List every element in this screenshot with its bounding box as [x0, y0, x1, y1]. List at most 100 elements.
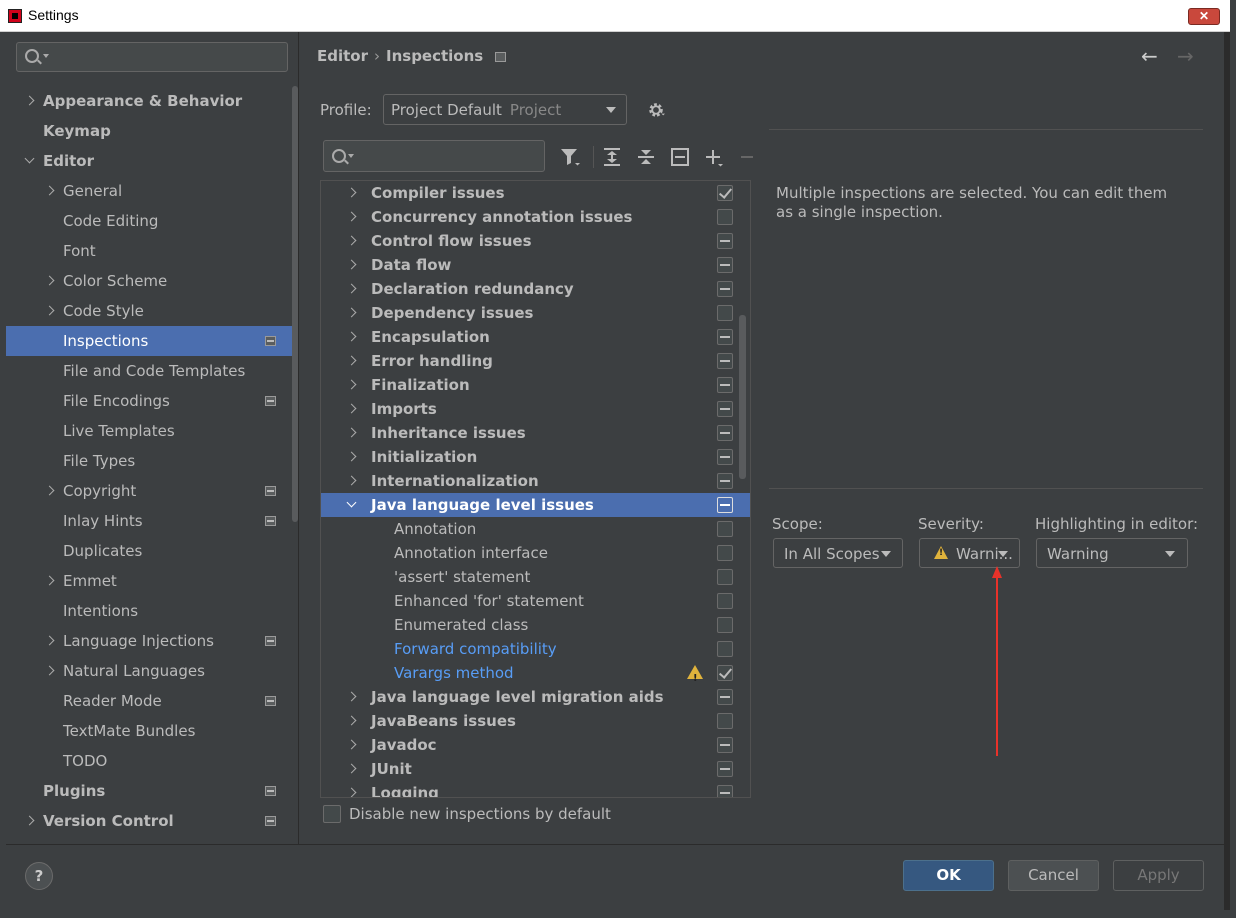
tree-row-junit[interactable]: JUnit [321, 757, 750, 781]
settings-search-box[interactable] [16, 42, 288, 72]
chevron-right-icon[interactable] [347, 301, 359, 325]
chevron-right-icon[interactable] [347, 349, 359, 373]
inspection-checkbox[interactable] [717, 305, 733, 321]
chevron-right-icon[interactable] [347, 373, 359, 397]
window-close-button[interactable]: ✕ [1188, 8, 1220, 25]
scope-dropdown[interactable]: In All Scopes [773, 538, 903, 568]
tree-row-javadoc[interactable]: Javadoc [321, 733, 750, 757]
tree-row-finalization[interactable]: Finalization [321, 373, 750, 397]
tree-row-dependency-issues[interactable]: Dependency issues [321, 301, 750, 325]
chevron-right-icon[interactable] [44, 656, 56, 686]
tree-row-control-flow-issues[interactable]: Control flow issues [321, 229, 750, 253]
sidebar-item-inlay-hints[interactable]: Inlay Hints [6, 506, 298, 536]
inspection-checkbox[interactable] [717, 761, 733, 777]
inspection-checkbox[interactable] [717, 665, 733, 681]
chevron-right-icon[interactable] [347, 325, 359, 349]
chevron-right-icon[interactable] [347, 733, 359, 757]
profile-dropdown[interactable]: Project Default Project [383, 94, 627, 125]
tree-row-varargs-method[interactable]: Varargs method [321, 661, 750, 691]
breadcrumb-item-editor[interactable]: Editor [317, 47, 368, 65]
inspection-checkbox[interactable] [717, 185, 733, 201]
sidebar-item-copyright[interactable]: Copyright [6, 476, 298, 506]
forward-arrow-icon[interactable]: → [1177, 44, 1194, 68]
tree-row-imports[interactable]: Imports [321, 397, 750, 421]
sidebar-item-code-style[interactable]: Code Style [6, 296, 298, 326]
tree-row-initialization[interactable]: Initialization [321, 445, 750, 469]
chevron-right-icon[interactable] [347, 469, 359, 493]
tree-row-inheritance-issues[interactable]: Inheritance issues [321, 421, 750, 445]
sidebar-item-general[interactable]: General [6, 176, 298, 206]
sidebar-item-todo[interactable]: TODO [6, 746, 298, 776]
sidebar-item-intentions[interactable]: Intentions [6, 596, 298, 626]
sidebar-item-inspections[interactable]: Inspections [6, 326, 298, 356]
tree-row-forward-compatibility[interactable]: Forward compatibility [321, 637, 750, 661]
sidebar-item-language-injections[interactable]: Language Injections [6, 626, 298, 656]
tree-row-concurrency-annotation-issues[interactable]: Concurrency annotation issues [321, 205, 750, 229]
inspection-search-box[interactable] [323, 140, 545, 172]
sidebar-item-color-scheme[interactable]: Color Scheme [6, 266, 298, 296]
inspection-checkbox[interactable] [717, 545, 733, 561]
chevron-right-icon[interactable] [24, 806, 36, 836]
sidebar-item-font[interactable]: Font [6, 236, 298, 266]
sidebar-item-textmate-bundles[interactable]: TextMate Bundles [6, 716, 298, 746]
sidebar-item-emmet[interactable]: Emmet [6, 566, 298, 596]
tree-row-error-handling[interactable]: Error handling [321, 349, 750, 373]
sidebar-item-natural-languages[interactable]: Natural Languages [6, 656, 298, 686]
sidebar-item-version-control[interactable]: Version Control [6, 806, 298, 836]
sidebar-item-file-and-code-templates[interactable]: File and Code Templates [6, 356, 298, 386]
apply-button[interactable]: Apply [1113, 860, 1204, 891]
sidebar-item-reader-mode[interactable]: Reader Mode [6, 686, 298, 716]
chevron-right-icon[interactable] [347, 277, 359, 301]
chevron-right-icon[interactable] [347, 205, 359, 229]
inspection-checkbox[interactable] [717, 593, 733, 609]
chevron-right-icon[interactable] [24, 86, 36, 116]
chevron-down-icon[interactable] [24, 146, 36, 176]
expand-all-icon[interactable] [601, 146, 623, 168]
chevron-right-icon[interactable] [44, 266, 56, 296]
inspection-checkbox[interactable] [717, 233, 733, 249]
inspection-checkbox[interactable] [717, 353, 733, 369]
help-button[interactable]: ? [25, 862, 53, 890]
inspection-checkbox[interactable] [717, 641, 733, 657]
tree-row-encapsulation[interactable]: Encapsulation [321, 325, 750, 349]
inspection-checkbox[interactable] [717, 713, 733, 729]
chevron-right-icon[interactable] [347, 445, 359, 469]
add-icon[interactable] [703, 146, 725, 168]
inspection-checkbox[interactable] [717, 209, 733, 225]
inspection-checkbox[interactable] [717, 281, 733, 297]
inspection-checkbox[interactable] [717, 497, 733, 513]
tree-row-enhanced-for-statement[interactable]: Enhanced 'for' statement [321, 589, 750, 613]
chevron-right-icon[interactable] [347, 685, 359, 709]
chevron-down-icon[interactable] [347, 493, 359, 517]
chevron-right-icon[interactable] [347, 781, 359, 797]
back-arrow-icon[interactable]: ← [1141, 44, 1158, 68]
inspection-checkbox[interactable] [717, 377, 733, 393]
tree-row-declaration-redundancy[interactable]: Declaration redundancy [321, 277, 750, 301]
tree-row-assert-statement[interactable]: 'assert' statement [321, 565, 750, 589]
inspection-checkbox[interactable] [717, 401, 733, 417]
collapse-all-icon[interactable] [635, 146, 657, 168]
inspection-checkbox[interactable] [717, 617, 733, 633]
sidebar-item-keymap[interactable]: Keymap [6, 116, 298, 146]
tree-row-data-flow[interactable]: Data flow [321, 253, 750, 277]
inspection-checkbox[interactable] [717, 521, 733, 537]
tree-row-compiler-issues[interactable]: Compiler issues [321, 181, 750, 205]
sidebar-item-duplicates[interactable]: Duplicates [6, 536, 298, 566]
tree-row-java-language-level-issues[interactable]: Java language level issues [321, 493, 750, 517]
settings-search-input[interactable] [51, 45, 281, 69]
reset-to-default-icon[interactable] [669, 146, 691, 168]
tree-row-internationalization[interactable]: Internationalization [321, 469, 750, 493]
chevron-right-icon[interactable] [44, 566, 56, 596]
filter-icon[interactable] [559, 146, 581, 168]
sidebar-item-appearance-behavior[interactable]: Appearance & Behavior [6, 86, 298, 116]
inspection-checkbox[interactable] [717, 449, 733, 465]
inspection-checkbox[interactable] [717, 329, 733, 345]
tree-row-enumerated-class[interactable]: Enumerated class [321, 613, 750, 637]
inspection-checkbox[interactable] [717, 569, 733, 585]
tree-row-annotation[interactable]: Annotation [321, 517, 750, 541]
tree-scrollbar-thumb[interactable] [739, 315, 746, 479]
chevron-right-icon[interactable] [44, 626, 56, 656]
tree-row-logging[interactable]: Logging [321, 781, 750, 797]
sidebar-item-code-editing[interactable]: Code Editing [6, 206, 298, 236]
chevron-right-icon[interactable] [347, 421, 359, 445]
